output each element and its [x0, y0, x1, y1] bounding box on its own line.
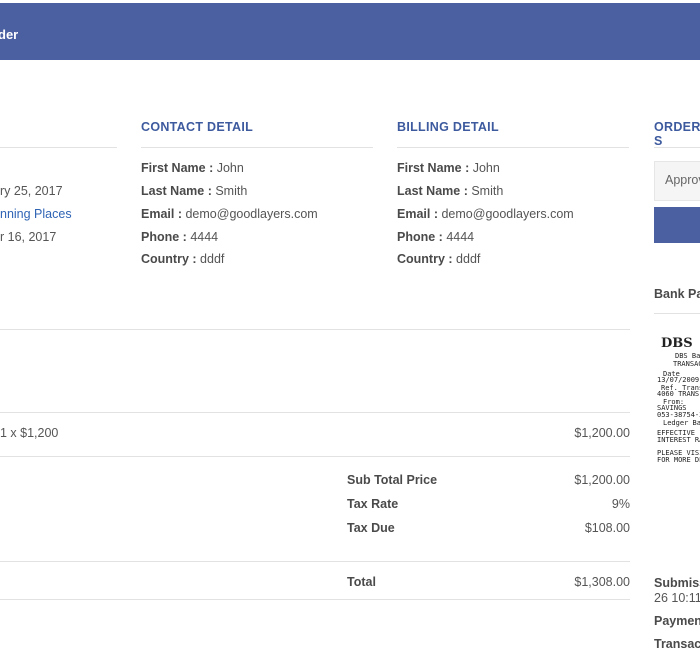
label: Last Name : [397, 184, 468, 198]
contact-first-name: First Name : John [141, 161, 244, 175]
label: Email : [141, 207, 182, 221]
receipt-line: INTEREST RA [657, 436, 700, 444]
page-header: der [0, 3, 700, 60]
divider [654, 313, 700, 314]
table-divider [0, 329, 630, 330]
receipt-line: TRANSAC [673, 360, 700, 368]
contact-country: Country : dddf [141, 252, 224, 266]
bank-payment-title: Bank Pa [654, 287, 700, 301]
receipt-line: 13/07/2009 [657, 376, 700, 384]
divider [654, 147, 700, 148]
order-date: ry 25, 2017 [0, 184, 63, 198]
transaction-label: Transact [654, 637, 700, 651]
label: Phone : [141, 230, 187, 244]
tax-due-value: $108.00 [584, 521, 630, 535]
label: Country : [141, 252, 197, 266]
label: Country : [397, 252, 453, 266]
divider [0, 147, 117, 148]
billing-email: Email : demo@goodlayers.com [397, 207, 574, 221]
bank-logo: DBS [661, 336, 693, 351]
value: John [216, 161, 244, 175]
contact-phone: Phone : 4444 [141, 230, 218, 244]
submitted-time: 26 10:11: [654, 591, 700, 605]
value: Smith [471, 184, 504, 198]
billing-country: Country : dddf [397, 252, 480, 266]
contact-email: Email : demo@goodlayers.com [141, 207, 318, 221]
line-item-qty-price: 1 x $1,200 [0, 426, 59, 440]
receipt-line: Ledger Bal [663, 419, 700, 427]
order-status-title: ORDER S [654, 120, 700, 148]
label: Phone : [397, 230, 443, 244]
total-value: $1,308.00 [574, 575, 630, 589]
label: First Name : [141, 161, 214, 175]
table-divider [0, 561, 630, 562]
value: 4444 [190, 230, 219, 244]
tax-due-label: Tax Due [347, 521, 395, 535]
value: 4444 [446, 230, 475, 244]
value: demo@goodlayers.com [185, 207, 318, 221]
item-link[interactable]: nning Places [0, 207, 72, 221]
line-item-amount: $1,200.00 [574, 426, 630, 440]
billing-detail-title: BILLING DETAIL [397, 120, 499, 134]
value: Smith [215, 184, 248, 198]
order-status-value: Approv [665, 173, 700, 187]
billing-phone: Phone : 4444 [397, 230, 474, 244]
receipt-line: 4060 TRANS [657, 390, 700, 398]
contact-last-name: Last Name : Smith [141, 184, 247, 198]
header-title: der [0, 27, 19, 42]
divider [141, 147, 373, 148]
payment-receipt-image[interactable]: DBS DBS Bank Lt TRANSAC Date 13/07/2009 … [655, 330, 700, 560]
table-divider [0, 456, 630, 457]
value: dddf [200, 252, 225, 266]
contact-detail-title: CONTACT DETAIL [141, 120, 254, 134]
billing-last-name: Last Name : Smith [397, 184, 503, 198]
receipt-line: 053-38754-3 [657, 411, 700, 419]
value: demo@goodlayers.com [441, 207, 574, 221]
travel-date: r 16, 2017 [0, 230, 57, 244]
receipt-line: DBS Bank Lt [675, 352, 700, 360]
update-status-button[interactable] [654, 207, 700, 243]
tax-rate-label: Tax Rate [347, 497, 399, 511]
label: Email : [397, 207, 438, 221]
label: First Name : [397, 161, 470, 175]
label: Last Name : [141, 184, 212, 198]
receipt-line: FOR MORE DE [657, 456, 700, 464]
value: dddf [456, 252, 481, 266]
subtotal-value: $1,200.00 [574, 473, 630, 487]
value: John [472, 161, 500, 175]
table-divider [0, 412, 630, 413]
payment-label: Payment [654, 614, 700, 628]
total-label: Total [347, 575, 376, 589]
table-divider [0, 599, 630, 600]
billing-first-name: First Name : John [397, 161, 500, 175]
divider [397, 147, 629, 148]
submitted-label: Submiss [654, 576, 700, 590]
tax-rate-value: 9% [611, 497, 630, 511]
subtotal-label: Sub Total Price [347, 473, 438, 487]
